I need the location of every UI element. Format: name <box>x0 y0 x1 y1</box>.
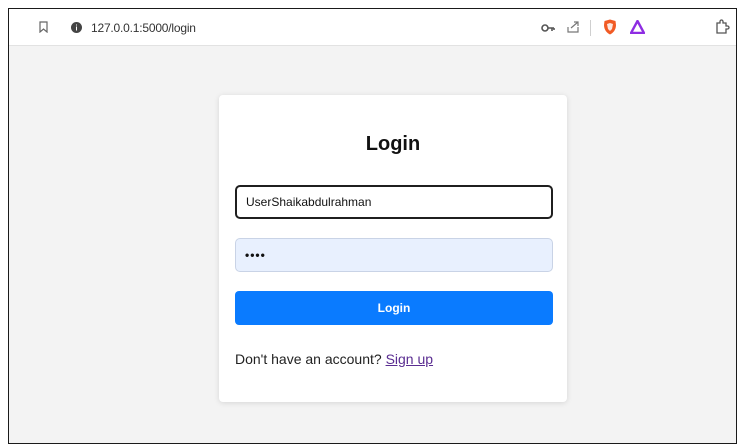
browser-window: 127.0.0.1:5000/login Login UserShaikabdu… <box>8 8 737 444</box>
password-input[interactable] <box>235 238 553 272</box>
info-icon[interactable] <box>71 22 82 33</box>
extensions-icon[interactable] <box>714 19 730 35</box>
bookmark-icon[interactable] <box>39 21 48 33</box>
address-bar[interactable]: 127.0.0.1:5000/login <box>63 16 655 40</box>
signup-link[interactable]: Sign up <box>386 351 433 367</box>
key-icon[interactable] <box>541 22 555 34</box>
signup-prompt: Don't have an account? <box>235 351 386 367</box>
signup-row: Don't have an account? Sign up <box>235 351 433 367</box>
login-card: Login Login Don't have an account? Sign … <box>219 95 567 402</box>
page-title: Login <box>365 133 421 155</box>
toolbar-separator <box>590 20 591 36</box>
browser-toolbar: 127.0.0.1:5000/login <box>9 9 736 46</box>
share-icon[interactable] <box>566 20 580 34</box>
username-input[interactable] <box>235 185 553 219</box>
brave-shield-icon[interactable] <box>603 19 617 35</box>
url-text[interactable]: 127.0.0.1:5000/login <box>91 21 196 35</box>
login-button[interactable]: Login <box>235 291 553 325</box>
brave-rewards-icon[interactable] <box>630 20 645 34</box>
